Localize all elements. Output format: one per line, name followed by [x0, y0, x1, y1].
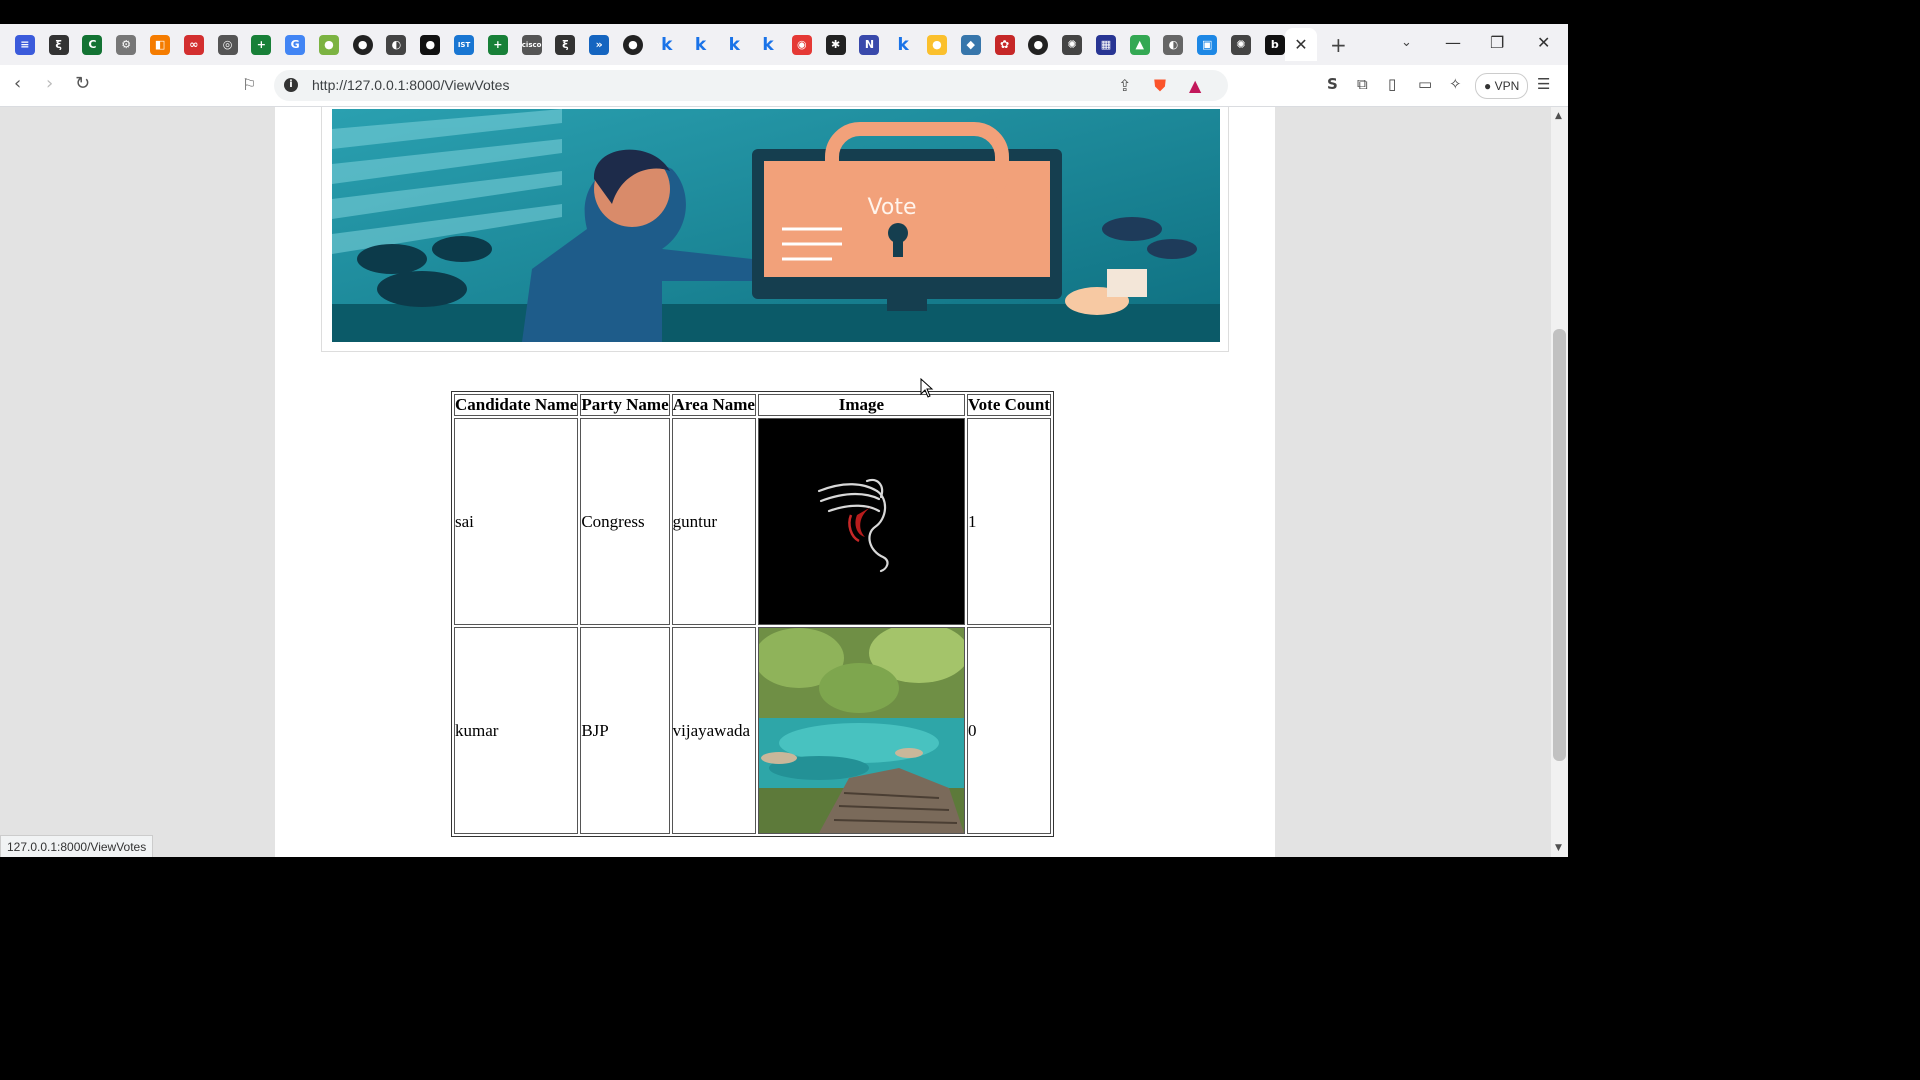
cell-image [757, 627, 965, 834]
table-row: kumar BJP vijayawada 0 [454, 627, 1051, 834]
tab-icon-36[interactable]: ▣ [1197, 34, 1218, 55]
forward-icon[interactable]: › [46, 73, 53, 94]
kaggle-icon[interactable]: k [758, 35, 778, 55]
minimize-icon[interactable]: — [1445, 33, 1461, 52]
scroll-up-arrow-icon[interactable]: ▲ [1555, 111, 1562, 121]
back-icon[interactable]: ‹ [14, 73, 21, 94]
cell-area: guntur [671, 418, 756, 625]
tab-icon-24[interactable]: ◉ [791, 34, 812, 55]
header-party-name: Party Name [580, 394, 670, 416]
reload-icon[interactable]: ↻ [75, 73, 90, 94]
openai-icon[interactable]: ✺ [1062, 34, 1083, 55]
cell-area: vijayawada [671, 627, 756, 834]
dragon-logo-image [758, 419, 964, 624]
tab-icon-14[interactable]: IST [454, 34, 475, 55]
header-area-name: Area Name [671, 394, 756, 416]
leo-ai-icon[interactable]: ✧ [1449, 75, 1462, 93]
site-info-icon[interactable]: i [284, 78, 298, 92]
tab-icon-2[interactable]: ξ [48, 34, 69, 55]
banner-frame: Vote [321, 107, 1229, 352]
page-content: Vote Candidate Name Party Name Area Name… [275, 107, 1275, 857]
restore-icon[interactable]: ❐ [1490, 33, 1504, 52]
github-icon[interactable]: ● [622, 34, 643, 55]
cell-party: Congress [580, 418, 670, 625]
banner-vote-text: Vote [868, 195, 917, 220]
tab-icon-9[interactable]: G [285, 34, 306, 55]
tab-icon-6[interactable]: ∞ [183, 34, 204, 55]
votes-table: Candidate Name Party Name Area Name Imag… [451, 391, 1054, 837]
tab-icon-8[interactable]: + [251, 34, 272, 55]
status-url-bubble: 127.0.0.1:8000/ViewVotes [0, 835, 154, 859]
cell-vote-count: 0 [966, 627, 1051, 834]
tab-icon-13[interactable]: ● [420, 34, 441, 55]
header-candidate-name: Candidate Name [454, 394, 579, 416]
cell-candidate: sai [454, 418, 579, 625]
kaggle-icon[interactable]: k [691, 35, 711, 55]
tab-icon-4[interactable]: ⚙ [116, 34, 137, 55]
tab-icon-17[interactable]: ξ [555, 34, 576, 55]
page-viewport: Vote Candidate Name Party Name Area Name… [0, 107, 1551, 857]
mouse-cursor [920, 378, 934, 398]
cell-image [757, 418, 965, 625]
menu-icon[interactable]: ☰ [1537, 75, 1550, 93]
github-icon[interactable]: ● [1028, 34, 1049, 55]
bookmark-icon[interactable]: ⚐ [242, 75, 256, 94]
tab-icon-26[interactable]: N [859, 34, 880, 55]
brave-shield-icon[interactable]: ⛊ [1154, 76, 1166, 96]
cell-party: BJP [580, 627, 670, 834]
sidebar-icon[interactable]: ▯ [1388, 75, 1396, 93]
extensions-puzzle-icon[interactable]: ⧉ [1357, 75, 1368, 93]
kaggle-icon[interactable]: k [724, 35, 744, 55]
voting-banner-image: Vote [332, 109, 1220, 342]
tab-icon-5[interactable]: ◧ [150, 34, 171, 55]
tab-icon-7[interactable]: ◎ [217, 34, 238, 55]
cell-candidate: kumar [454, 627, 579, 834]
close-window-icon[interactable]: ✕ [1537, 33, 1550, 52]
table-header-row: Candidate Name Party Name Area Name Imag… [454, 394, 1051, 416]
openai-icon[interactable]: ✺ [1231, 34, 1252, 55]
new-tab-button[interactable]: + [1330, 33, 1347, 57]
github-icon[interactable]: ● [352, 34, 373, 55]
cell-vote-count: 1 [966, 418, 1051, 625]
vpn-label: VPN [1494, 79, 1520, 93]
top-black-bar [0, 0, 1568, 24]
kaggle-icon[interactable]: k [657, 35, 677, 55]
active-tab[interactable]: ✕ [1285, 28, 1317, 61]
python-icon[interactable]: ◆ [960, 34, 981, 55]
tab-icon-33[interactable]: ▦ [1095, 34, 1116, 55]
kaggle-icon[interactable]: k [893, 35, 913, 55]
brave-rewards-icon[interactable]: ▲ [1189, 76, 1201, 95]
pinned-tabs: ≡ ξ C ⚙ ◧ ∞ ◎ + G ● ● ◐ ● IST + cisco ξ» ● k k k k ◉ ✱ Nk ● ◆ ✿ ● ✺ ▦ ▲… [8, 34, 1292, 55]
header-vote-count: Vote Count [966, 394, 1051, 416]
bottom-black-bar [0, 857, 1568, 882]
tab-icon-38[interactable]: b [1264, 34, 1285, 55]
browser-toolbar: ‹ › ↻ ⚐ i http://127.0.0.1:8000/ViewVote… [0, 65, 1568, 107]
address-bar[interactable]: i http://127.0.0.1:8000/ViewVotes ⇪ ⛊ ▲ [274, 70, 1228, 101]
tab-icon-3[interactable]: C [82, 34, 103, 55]
table-row: sai Congress guntur 1 [454, 418, 1051, 625]
tab-icon-16[interactable]: cisco [521, 34, 542, 55]
vpn-button[interactable]: ● VPN [1475, 73, 1529, 99]
extension-s-icon[interactable]: S [1327, 75, 1338, 93]
tab-icon-1[interactable]: ≡ [14, 34, 35, 55]
tab-icon-30[interactable]: ✿ [994, 34, 1015, 55]
address-url[interactable]: http://127.0.0.1:8000/ViewVotes [312, 77, 509, 93]
vertical-scrollbar[interactable]: ▲ ▼ [1551, 107, 1568, 857]
tab-icon-18[interactable]: » [589, 34, 610, 55]
share-icon[interactable]: ⇪ [1118, 76, 1131, 95]
lake-landscape-image [758, 628, 964, 833]
tab-icon-10[interactable]: ● [318, 34, 339, 55]
tab-icon-28[interactable]: ● [926, 34, 947, 55]
scroll-down-arrow-icon[interactable]: ▼ [1555, 843, 1562, 853]
tab-icon-12[interactable]: ◐ [386, 34, 407, 55]
scrollbar-thumb[interactable] [1553, 329, 1566, 761]
drive-icon[interactable]: ▲ [1129, 34, 1150, 55]
tab-search-chevron-icon[interactable]: ⌄ [1401, 35, 1412, 50]
close-tab-icon[interactable]: ✕ [1294, 35, 1307, 54]
globe-icon[interactable]: ◐ [1163, 34, 1184, 55]
tab-icon-15[interactable]: + [487, 34, 508, 55]
wallet-icon[interactable]: ▭ [1418, 75, 1432, 93]
tab-icon-25[interactable]: ✱ [825, 34, 846, 55]
